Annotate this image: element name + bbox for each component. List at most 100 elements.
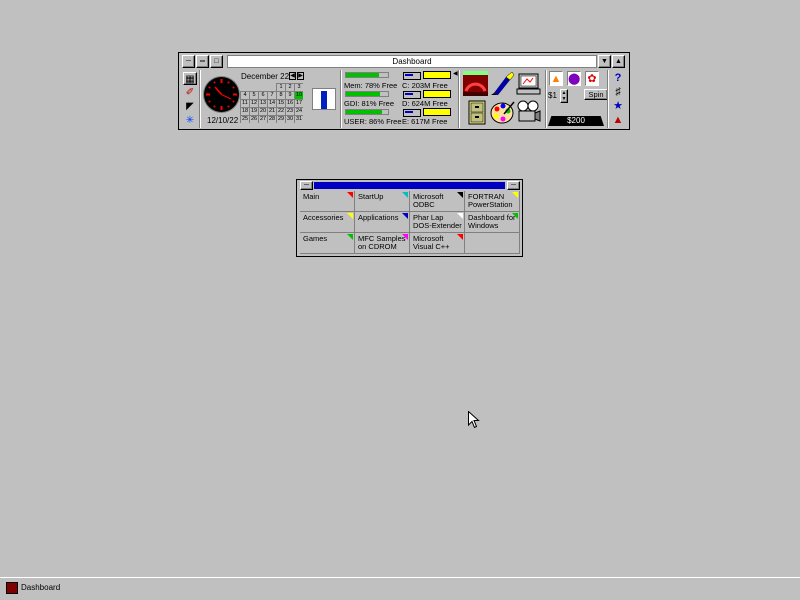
dashboard-app-icon bbox=[6, 582, 18, 594]
calendar-day[interactable]: 13 bbox=[258, 99, 267, 107]
taskbar-app-button[interactable]: Dashboard bbox=[3, 580, 99, 598]
calendar-day[interactable]: 5 bbox=[249, 91, 258, 99]
pen-icon[interactable] bbox=[490, 71, 515, 96]
calendar-day[interactable]: 17 bbox=[294, 99, 303, 107]
runner-icon[interactable]: ★ bbox=[611, 99, 625, 113]
drive-icon bbox=[403, 109, 421, 117]
mem-bar bbox=[345, 72, 389, 78]
group-item-games[interactable]: Games bbox=[300, 233, 355, 254]
group-item-fortran[interactable]: FORTRAN PowerStation bbox=[465, 191, 520, 212]
slot-bet: $1 bbox=[548, 91, 557, 100]
calendar-day[interactable]: 1 bbox=[276, 83, 285, 91]
drive-icon bbox=[403, 72, 421, 80]
calendar-day[interactable]: 29 bbox=[276, 115, 285, 123]
user-label: USER: 86% Free bbox=[344, 117, 402, 126]
restore-icon[interactable]: ═ bbox=[196, 55, 209, 68]
separator bbox=[545, 70, 547, 128]
drive-c-label: C: 203M Free bbox=[402, 81, 448, 90]
calendar-day[interactable]: 30 bbox=[285, 115, 294, 123]
calendar-blank bbox=[240, 83, 249, 91]
taskbar-app-label: Dashboard bbox=[21, 583, 61, 592]
calendar-day[interactable]: 7 bbox=[267, 91, 276, 99]
eraser-icon[interactable]: ◤ bbox=[183, 100, 197, 113]
separator bbox=[458, 70, 460, 128]
drive-d-bar bbox=[423, 90, 451, 98]
calendar-day[interactable]: 19 bbox=[249, 107, 258, 115]
calendar-day[interactable]: 28 bbox=[267, 115, 276, 123]
colors-icon[interactable]: ▲ bbox=[611, 113, 625, 127]
calendar-day[interactable]: 26 bbox=[249, 115, 258, 123]
help-icon[interactable]: ? bbox=[611, 71, 625, 85]
mouse-cursor-icon bbox=[468, 411, 480, 429]
calendar-day[interactable]: 27 bbox=[258, 115, 267, 123]
calendar-day[interactable]: 24 bbox=[294, 107, 303, 115]
group-item-pharlap[interactable]: Phar Lap DOS-Extender bbox=[410, 212, 465, 233]
dashboard-title[interactable]: Dashboard bbox=[227, 55, 597, 68]
calendar-day[interactable]: 16 bbox=[285, 99, 294, 107]
group-item-dashboard[interactable]: Dashboard for Windows bbox=[465, 212, 520, 233]
hammer-icon[interactable]: ✐ bbox=[183, 86, 197, 99]
clock-face bbox=[206, 79, 237, 110]
calendar-prev-icon[interactable]: ◀ bbox=[289, 72, 296, 80]
slot-total: $200 bbox=[548, 116, 604, 126]
calendar-day[interactable]: 31 bbox=[294, 115, 303, 123]
clock-icon[interactable] bbox=[204, 77, 239, 112]
drive-icon bbox=[403, 91, 421, 99]
separator bbox=[340, 70, 342, 128]
calendar-day[interactable]: 18 bbox=[240, 107, 249, 115]
speedometer-icon[interactable] bbox=[463, 71, 488, 96]
group-item-startup[interactable]: StartUp bbox=[355, 191, 410, 212]
calendar-day[interactable]: 8 bbox=[276, 91, 285, 99]
calendar-day[interactable]: 3 bbox=[294, 83, 303, 91]
taskbar: Dashboard bbox=[0, 577, 800, 600]
scroll-up-icon[interactable]: ▲ bbox=[612, 55, 625, 68]
computer-icon[interactable] bbox=[516, 71, 541, 96]
group-title-bar[interactable] bbox=[314, 182, 505, 189]
drive-d-label: D: 624M Free bbox=[402, 99, 448, 108]
calendar-day[interactable]: 15 bbox=[276, 99, 285, 107]
calendar-day[interactable]: 14 bbox=[267, 99, 276, 107]
flag-icon[interactable] bbox=[312, 88, 336, 110]
calendar-day[interactable]: 2 bbox=[285, 83, 294, 91]
palette-icon[interactable] bbox=[490, 100, 515, 125]
file-cabinet-icon[interactable] bbox=[464, 100, 489, 125]
group-item-odbc[interactable]: Microsoft ODBC bbox=[410, 191, 465, 212]
calendar-next-icon[interactable]: ▶ bbox=[297, 72, 304, 80]
calendar-day[interactable]: 20 bbox=[258, 107, 267, 115]
calendar-day[interactable]: 6 bbox=[258, 91, 267, 99]
calendar-day[interactable]: 4 bbox=[240, 91, 249, 99]
scroll-down-icon[interactable]: ▼ bbox=[598, 55, 611, 68]
snowflake-icon[interactable]: ✳ bbox=[183, 114, 197, 127]
drive-e-bar bbox=[423, 108, 451, 116]
wrench-icon[interactable]: ♯ bbox=[611, 85, 625, 99]
group-item-visualcpp[interactable]: Microsoft Visual C++ bbox=[410, 233, 465, 254]
group-item-main[interactable]: Main bbox=[300, 191, 355, 212]
calendar-day[interactable]: 25 bbox=[240, 115, 249, 123]
group-item-mfc[interactable]: MFC Samples on CDROM bbox=[355, 233, 410, 254]
calendar-day[interactable]: 11 bbox=[240, 99, 249, 107]
minimize-icon[interactable]: ─ bbox=[507, 181, 520, 190]
bet-spinner[interactable]: ▲ ▼ bbox=[560, 89, 568, 103]
calendar-day[interactable]: 10 bbox=[294, 91, 303, 99]
calendar-day[interactable]: 21 bbox=[267, 107, 276, 115]
group-item-applications[interactable]: Applications bbox=[355, 212, 410, 233]
calendar-day[interactable]: 9 bbox=[285, 91, 294, 99]
minimize-icon[interactable]: ─ bbox=[182, 55, 195, 68]
calendar-icon[interactable]: ▦ bbox=[183, 72, 197, 85]
group-item-empty[interactable] bbox=[465, 233, 520, 254]
drive-scroll-icon[interactable]: ◀ bbox=[453, 70, 458, 77]
calendar-day[interactable]: 23 bbox=[285, 107, 294, 115]
mem-label: Mem: 78% Free bbox=[344, 81, 398, 90]
projector-icon[interactable] bbox=[516, 100, 541, 125]
bell-icon: ▲ bbox=[549, 71, 563, 86]
separator bbox=[199, 70, 201, 128]
calendar-day[interactable]: 12 bbox=[249, 99, 258, 107]
window-menu-icon[interactable]: ─ bbox=[300, 181, 313, 190]
group-window: ─ ─ Main StartUp Microsoft ODBC FORTRAN … bbox=[296, 179, 523, 257]
separator bbox=[607, 70, 609, 128]
calendar-day[interactable]: 22 bbox=[276, 107, 285, 115]
group-item-accessories[interactable]: Accessories bbox=[300, 212, 355, 233]
spin-button[interactable]: Spin bbox=[584, 89, 608, 100]
window-menu-icon[interactable]: □ bbox=[210, 55, 223, 68]
clock-date: 12/10/22 bbox=[207, 116, 239, 125]
